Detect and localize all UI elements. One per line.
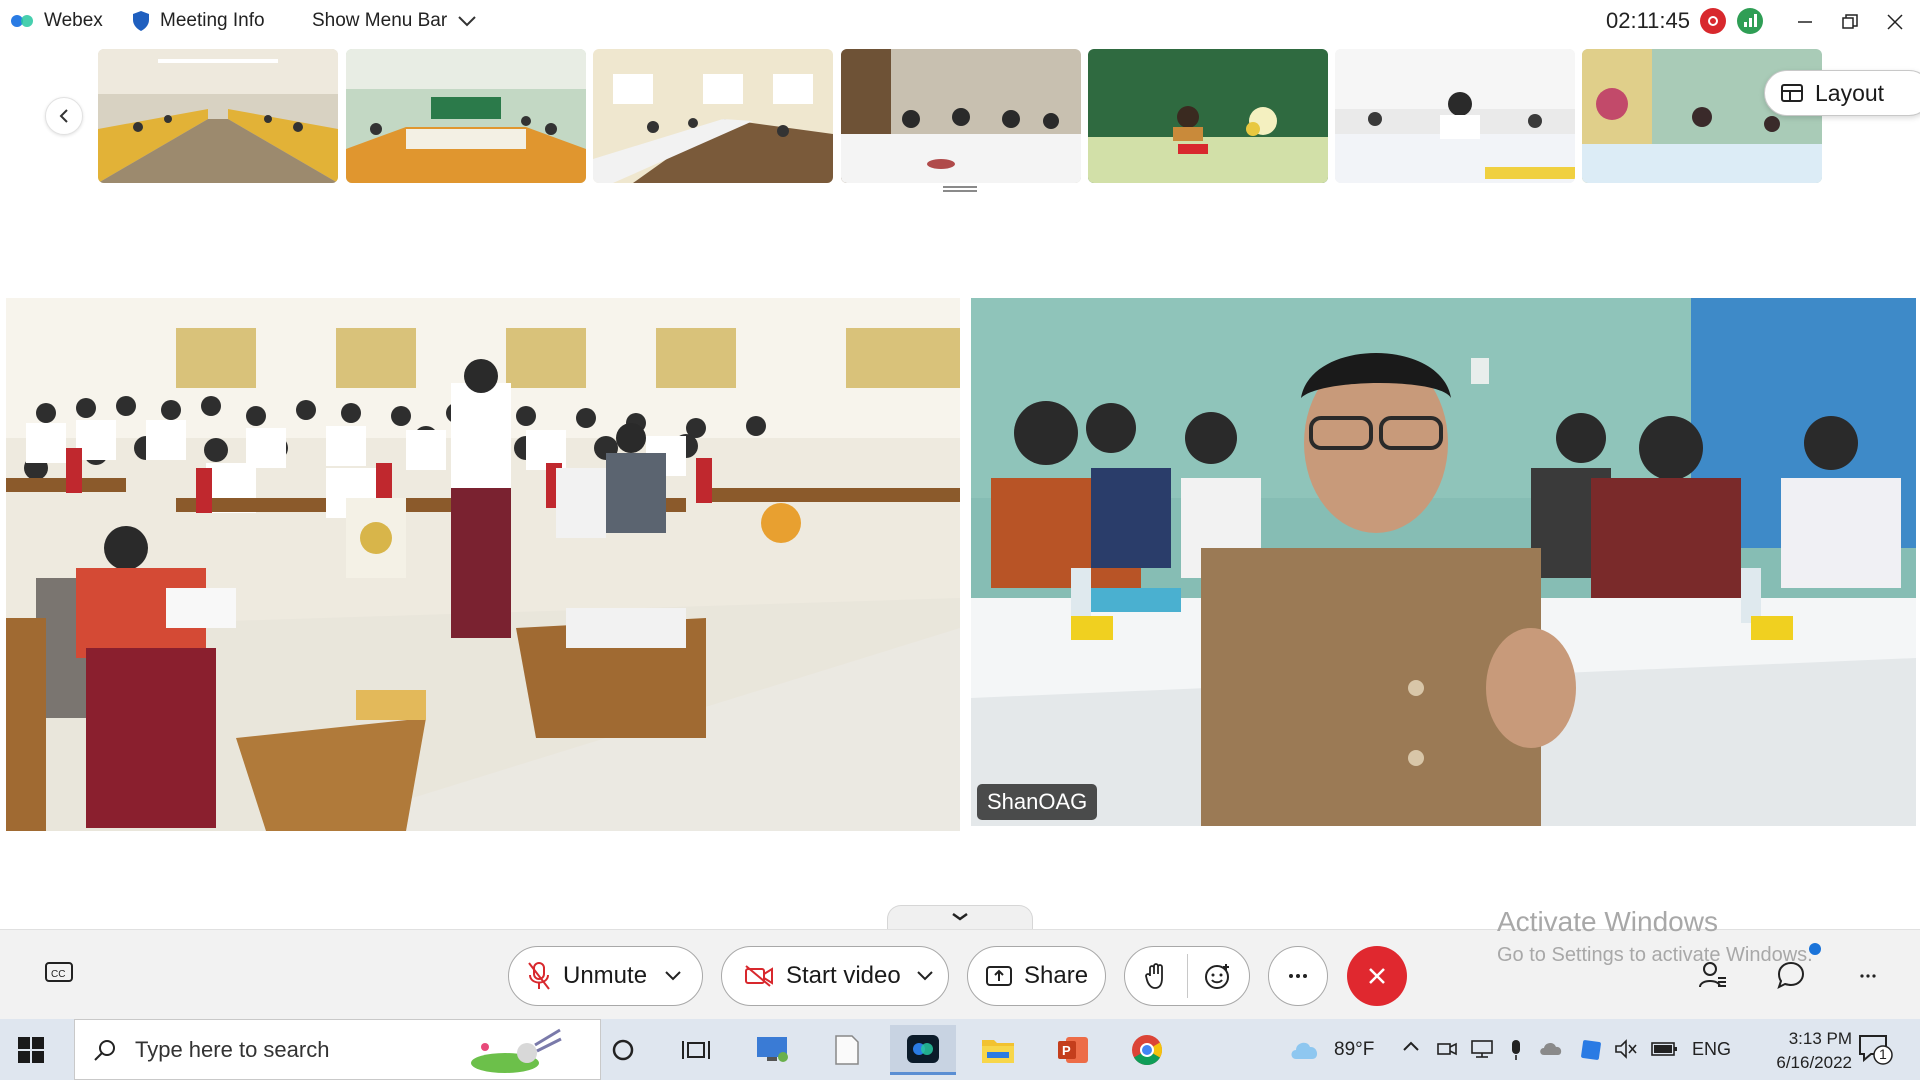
action-center-icon[interactable]: 1: [1857, 1033, 1897, 1072]
taskbar-search-box[interactable]: [74, 1019, 601, 1080]
filmstrip-prev-button[interactable]: [45, 97, 83, 135]
raise-hand-icon[interactable]: [1125, 962, 1187, 990]
more-options-button[interactable]: [1268, 946, 1328, 1006]
file-explorer-icon[interactable]: [965, 1025, 1031, 1075]
participant-name-tag: ShanOAG: [977, 784, 1098, 820]
shield-icon: [133, 11, 149, 31]
restore-icon[interactable]: [1834, 6, 1866, 38]
windows-start-icon[interactable]: [18, 1037, 44, 1068]
onedrive-icon[interactable]: [1538, 1039, 1564, 1062]
start-video-label: Start video: [786, 962, 901, 989]
reactions-group: [1124, 946, 1250, 1006]
layout-grid-icon: [1781, 84, 1803, 102]
share-label: Share: [1024, 962, 1089, 989]
chrome-icon[interactable]: [1114, 1025, 1180, 1075]
svg-text:P: P: [1062, 1043, 1071, 1058]
network-stats-icon[interactable]: [1737, 8, 1763, 34]
participant-thumbnail[interactable]: [98, 49, 338, 183]
minimize-icon[interactable]: [1789, 6, 1821, 38]
main-video-room[interactable]: [6, 298, 960, 831]
layout-label: Layout: [1815, 79, 1885, 106]
taskbar-clock[interactable]: 3:13 PM 6/16/2022: [1730, 1027, 1852, 1075]
room-video-feed: [6, 298, 960, 831]
clock-time: 3:13 PM: [1788, 1029, 1852, 1048]
microphone-tray-icon[interactable]: [1508, 1039, 1524, 1066]
cortana-icon[interactable]: [590, 1025, 656, 1075]
share-button[interactable]: Share: [967, 946, 1106, 1006]
powerpoint-icon[interactable]: P: [1040, 1025, 1106, 1075]
unmute-button[interactable]: Unmute: [508, 946, 703, 1006]
participant-thumbnail[interactable]: [346, 49, 586, 183]
close-icon[interactable]: [1879, 6, 1911, 38]
clock-date: 6/16/2022: [1776, 1053, 1852, 1072]
weather-icon[interactable]: [1288, 1035, 1322, 1066]
meeting-timer: 02:11:45: [1606, 8, 1691, 33]
participant-thumbnail[interactable]: [841, 49, 1081, 183]
start-video-button[interactable]: Start video: [721, 946, 949, 1006]
chevron-left-icon: [59, 109, 68, 123]
close-icon: [1369, 968, 1385, 984]
meet-now-icon[interactable]: [1436, 1039, 1458, 1064]
participant-thumbnail[interactable]: [1088, 49, 1328, 183]
app-name: Webex: [44, 10, 103, 31]
show-menu-bar-button[interactable]: Show Menu Bar: [312, 10, 477, 32]
recording-indicator-icon[interactable]: [1700, 8, 1726, 34]
meeting-info-label: Meeting Info: [160, 10, 265, 31]
watermark-line-1: Activate Windows: [1497, 906, 1718, 937]
search-input[interactable]: [135, 1036, 465, 1063]
participant-thumbnail[interactable]: [1335, 49, 1575, 183]
input-language[interactable]: ENG: [1692, 1039, 1731, 1060]
participant-thumbnail[interactable]: [593, 49, 833, 183]
show-menu-bar-label: Show Menu Bar: [312, 10, 448, 31]
layout-button[interactable]: Layout: [1764, 70, 1920, 116]
volume-muted-icon[interactable]: [1614, 1039, 1638, 1064]
watermark-line-2: Go to Settings to activate Windows.: [1497, 944, 1813, 966]
network-icon[interactable]: [1470, 1039, 1494, 1064]
chevron-down-icon[interactable]: [917, 971, 933, 981]
activate-windows-watermark: Activate Windows Go to Settings to activ…: [1497, 906, 1813, 967]
search-highlight-icon: [471, 1028, 562, 1073]
weather-temperature[interactable]: 89°F: [1334, 1039, 1374, 1061]
more-panels-icon[interactable]: [1860, 966, 1876, 984]
closed-captions-icon[interactable]: CC: [44, 960, 74, 989]
webex-logo-icon: [11, 15, 33, 27]
title-bar: Webex Meeting Info Show Menu Bar 02:11:4…: [0, 0, 1920, 44]
remote-desktop-icon[interactable]: [740, 1025, 806, 1075]
security-icon[interactable]: [1580, 1039, 1602, 1066]
camera-off-icon: [745, 965, 773, 987]
chevron-down-icon: [952, 912, 968, 921]
chevron-up-icon[interactable]: [1402, 1039, 1420, 1057]
windows-taskbar: P 89°F ENG 3:13 PM 6/16/2022 1: [0, 1019, 1920, 1080]
webex-taskbar-icon[interactable]: [890, 1025, 956, 1075]
meeting-info-button[interactable]: Meeting Info: [132, 10, 265, 32]
notification-dot: [1809, 943, 1821, 955]
svg-text:CC: CC: [51, 969, 65, 980]
task-view-icon[interactable]: [663, 1025, 729, 1075]
webex-app-label[interactable]: Webex: [10, 10, 103, 32]
more-options-icon: [1289, 974, 1307, 978]
collapse-controls-tab[interactable]: [887, 905, 1033, 931]
notification-count: 1: [1879, 1046, 1887, 1062]
filmstrip-resize-handle[interactable]: [943, 186, 977, 192]
unmute-label: Unmute: [563, 962, 648, 989]
share-icon: [986, 966, 1012, 986]
main-video-speaker[interactable]: ShanOAG: [971, 298, 1916, 826]
microphone-muted-icon: [528, 962, 550, 990]
emoji-reaction-icon[interactable]: [1188, 962, 1249, 990]
battery-icon[interactable]: [1650, 1039, 1678, 1064]
speaker-video-feed: [971, 298, 1916, 826]
leave-meeting-button[interactable]: [1347, 946, 1407, 1006]
chevron-down-icon: [458, 16, 476, 27]
search-icon: [94, 1039, 115, 1061]
file-icon[interactable]: [814, 1025, 880, 1075]
chevron-down-icon[interactable]: [665, 971, 681, 981]
